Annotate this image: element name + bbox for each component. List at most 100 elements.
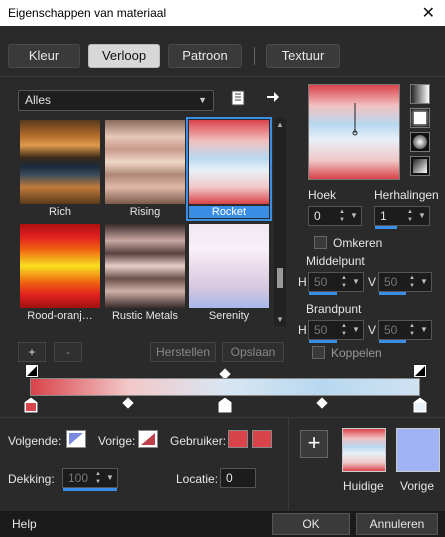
vorige-compare-label: Vorige <box>400 479 435 493</box>
huidige-swatch[interactable] <box>342 428 386 472</box>
gradient-tile-rich[interactable]: Rich <box>20 120 100 218</box>
gradient-editor-bar[interactable] <box>30 378 420 396</box>
category-select[interactable]: Alles ▼ <box>18 90 214 111</box>
cancel-button[interactable]: Annuleren <box>356 513 438 535</box>
herstellen-button[interactable]: Herstellen <box>150 342 216 362</box>
gradient-swatch <box>189 224 269 308</box>
spin-arrows-icon[interactable]: ▲ ▼ <box>93 470 103 486</box>
gradient-tile-serenity[interactable]: Serenity <box>189 224 269 322</box>
gradient-label: Rising <box>129 206 161 218</box>
scroll-down-icon[interactable]: ▼ <box>274 315 286 324</box>
chevron-down-icon[interactable]: ▼ <box>105 470 115 486</box>
dekking-spinner[interactable]: 100 ▲ ▼ ▼ <box>62 468 118 491</box>
huidige-label: Huidige <box>343 479 384 493</box>
radial-style-icon[interactable] <box>410 132 430 152</box>
gradient-tile-rood-oranje[interactable]: Rood-oranj… <box>20 224 100 322</box>
window-title: Eigenschappen van materiaal <box>8 6 167 20</box>
gradient-swatch <box>20 120 100 204</box>
spin-arrows-icon[interactable]: ▲ ▼ <box>339 322 349 338</box>
chevron-down-icon[interactable]: ▼ <box>351 274 361 290</box>
chevron-down-icon[interactable]: ▼ <box>419 274 429 290</box>
chevron-down-icon: ▼ <box>198 95 207 105</box>
title-bar: Eigenschappen van materiaal ✕ <box>0 0 445 26</box>
scroll-up-icon[interactable]: ▲ <box>274 120 286 129</box>
middelpunt-v-spinner[interactable]: 50 ▲ ▼ ▼ <box>378 272 432 295</box>
gebruiker-swatch-1[interactable] <box>228 430 248 448</box>
hoek-value: 0 <box>314 209 321 223</box>
brandpunt-h-spinner[interactable]: 50 ▲ ▼ ▼ <box>308 320 364 343</box>
book-icon[interactable] <box>230 90 246 106</box>
tab-kleur[interactable]: Kleur <box>8 44 80 68</box>
arrow-right-icon[interactable] <box>266 90 280 104</box>
color-stop-lightblue[interactable] <box>412 396 428 414</box>
locatie-input[interactable]: 0 <box>220 468 256 488</box>
gradient-preview[interactable] <box>308 84 400 180</box>
gradient-swatch <box>189 120 269 204</box>
herhalingen-label: Herhalingen <box>374 188 439 202</box>
linear-style-icon[interactable] <box>410 84 430 104</box>
gradient-tile-rising[interactable]: Rising <box>105 120 185 218</box>
color-stop-white[interactable] <box>217 396 233 414</box>
tab-textuur[interactable]: Textuur <box>266 44 340 68</box>
angle-handle-icon[interactable] <box>309 85 401 181</box>
rectangular-style-icon[interactable] <box>410 108 430 128</box>
ok-button[interactable]: OK <box>272 513 350 535</box>
gradient-label: Rich <box>48 206 71 218</box>
chevron-down-icon[interactable]: ▼ <box>349 208 359 224</box>
hoek-spinner[interactable]: 0 ▲ ▼ ▼ <box>308 206 362 226</box>
remove-stop-button[interactable]: - <box>54 342 82 362</box>
spin-arrows-icon[interactable]: ▲ ▼ <box>405 208 415 224</box>
brandpunt-v-slider-bar[interactable] <box>379 340 406 343</box>
volgende-label: Volgende: <box>8 434 62 448</box>
tab-patroon[interactable]: Patroon <box>168 44 242 68</box>
vorige-label: Vorige: <box>98 434 136 448</box>
dekking-slider-bar[interactable] <box>63 488 117 491</box>
brandpunt-h-slider-bar[interactable] <box>309 340 337 343</box>
omkeren-checkbox[interactable] <box>314 236 327 249</box>
volgende-swatch[interactable] <box>66 430 86 448</box>
middelpunt-h-spinner[interactable]: 50 ▲ ▼ ▼ <box>308 272 364 295</box>
tab-verloop[interactable]: Verloop <box>88 44 160 68</box>
scrollbar-thumb[interactable] <box>277 268 283 288</box>
gradient-swatch <box>105 224 185 308</box>
add-stop-button[interactable]: + <box>18 342 46 362</box>
chevron-down-icon[interactable]: ▼ <box>417 208 427 224</box>
gradient-label: Rustic Metals <box>111 310 179 322</box>
opacity-stop-left[interactable] <box>25 364 39 378</box>
sunburst-style-icon[interactable] <box>410 156 430 176</box>
locatie-label: Locatie: <box>176 472 219 486</box>
spin-arrows-icon[interactable]: ▲ ▼ <box>337 208 347 224</box>
gradient-tile-rocket[interactable]: Rocket <box>186 117 272 221</box>
omkeren-label: Omkeren <box>333 236 383 250</box>
chevron-down-icon[interactable]: ▼ <box>351 322 361 338</box>
opslaan-button[interactable]: Opslaan <box>222 342 284 362</box>
spin-arrows-icon[interactable]: ▲ ▼ <box>407 274 417 290</box>
herhalingen-slider-bar[interactable] <box>375 226 397 229</box>
gradient-tile-rustic-metals[interactable]: Rustic Metals <box>105 224 185 322</box>
gradient-list-scrollbar[interactable]: ▲ ▼ <box>274 118 286 326</box>
spin-arrows-icon[interactable]: ▲ ▼ <box>339 274 349 290</box>
gradient-swatch <box>20 224 100 308</box>
add-swatch-button[interactable]: + <box>300 430 328 458</box>
middelpunt-label: Middelpunt <box>306 254 365 268</box>
gebruiker-swatch-2[interactable] <box>252 430 272 448</box>
vorige-color-swatch[interactable] <box>396 428 440 472</box>
opacity-stop-right[interactable] <box>413 364 427 378</box>
brandpunt-h-label: H <box>298 323 307 337</box>
brandpunt-v-value: 50 <box>384 323 398 337</box>
herhalingen-spinner[interactable]: 1 ▲ ▼ ▼ <box>374 206 430 229</box>
vorige-swatch[interactable] <box>138 430 158 448</box>
close-icon[interactable]: ✕ <box>422 3 435 23</box>
middelpunt-h-slider-bar[interactable] <box>309 292 337 295</box>
koppelen-checkbox[interactable] <box>312 346 325 359</box>
brandpunt-v-spinner[interactable]: 50 ▲ ▼ ▼ <box>378 320 432 343</box>
help-link[interactable]: Help <box>12 517 37 531</box>
spin-arrows-icon[interactable]: ▲ ▼ <box>407 322 417 338</box>
gradient-label: Serenity <box>208 310 250 322</box>
color-stop-red[interactable] <box>23 396 39 414</box>
middelpunt-h-label: H <box>298 275 307 289</box>
brandpunt-v-label: V <box>368 323 377 337</box>
chevron-down-icon[interactable]: ▼ <box>419 322 429 338</box>
middelpunt-v-label: V <box>368 275 377 289</box>
middelpunt-v-slider-bar[interactable] <box>379 292 406 295</box>
